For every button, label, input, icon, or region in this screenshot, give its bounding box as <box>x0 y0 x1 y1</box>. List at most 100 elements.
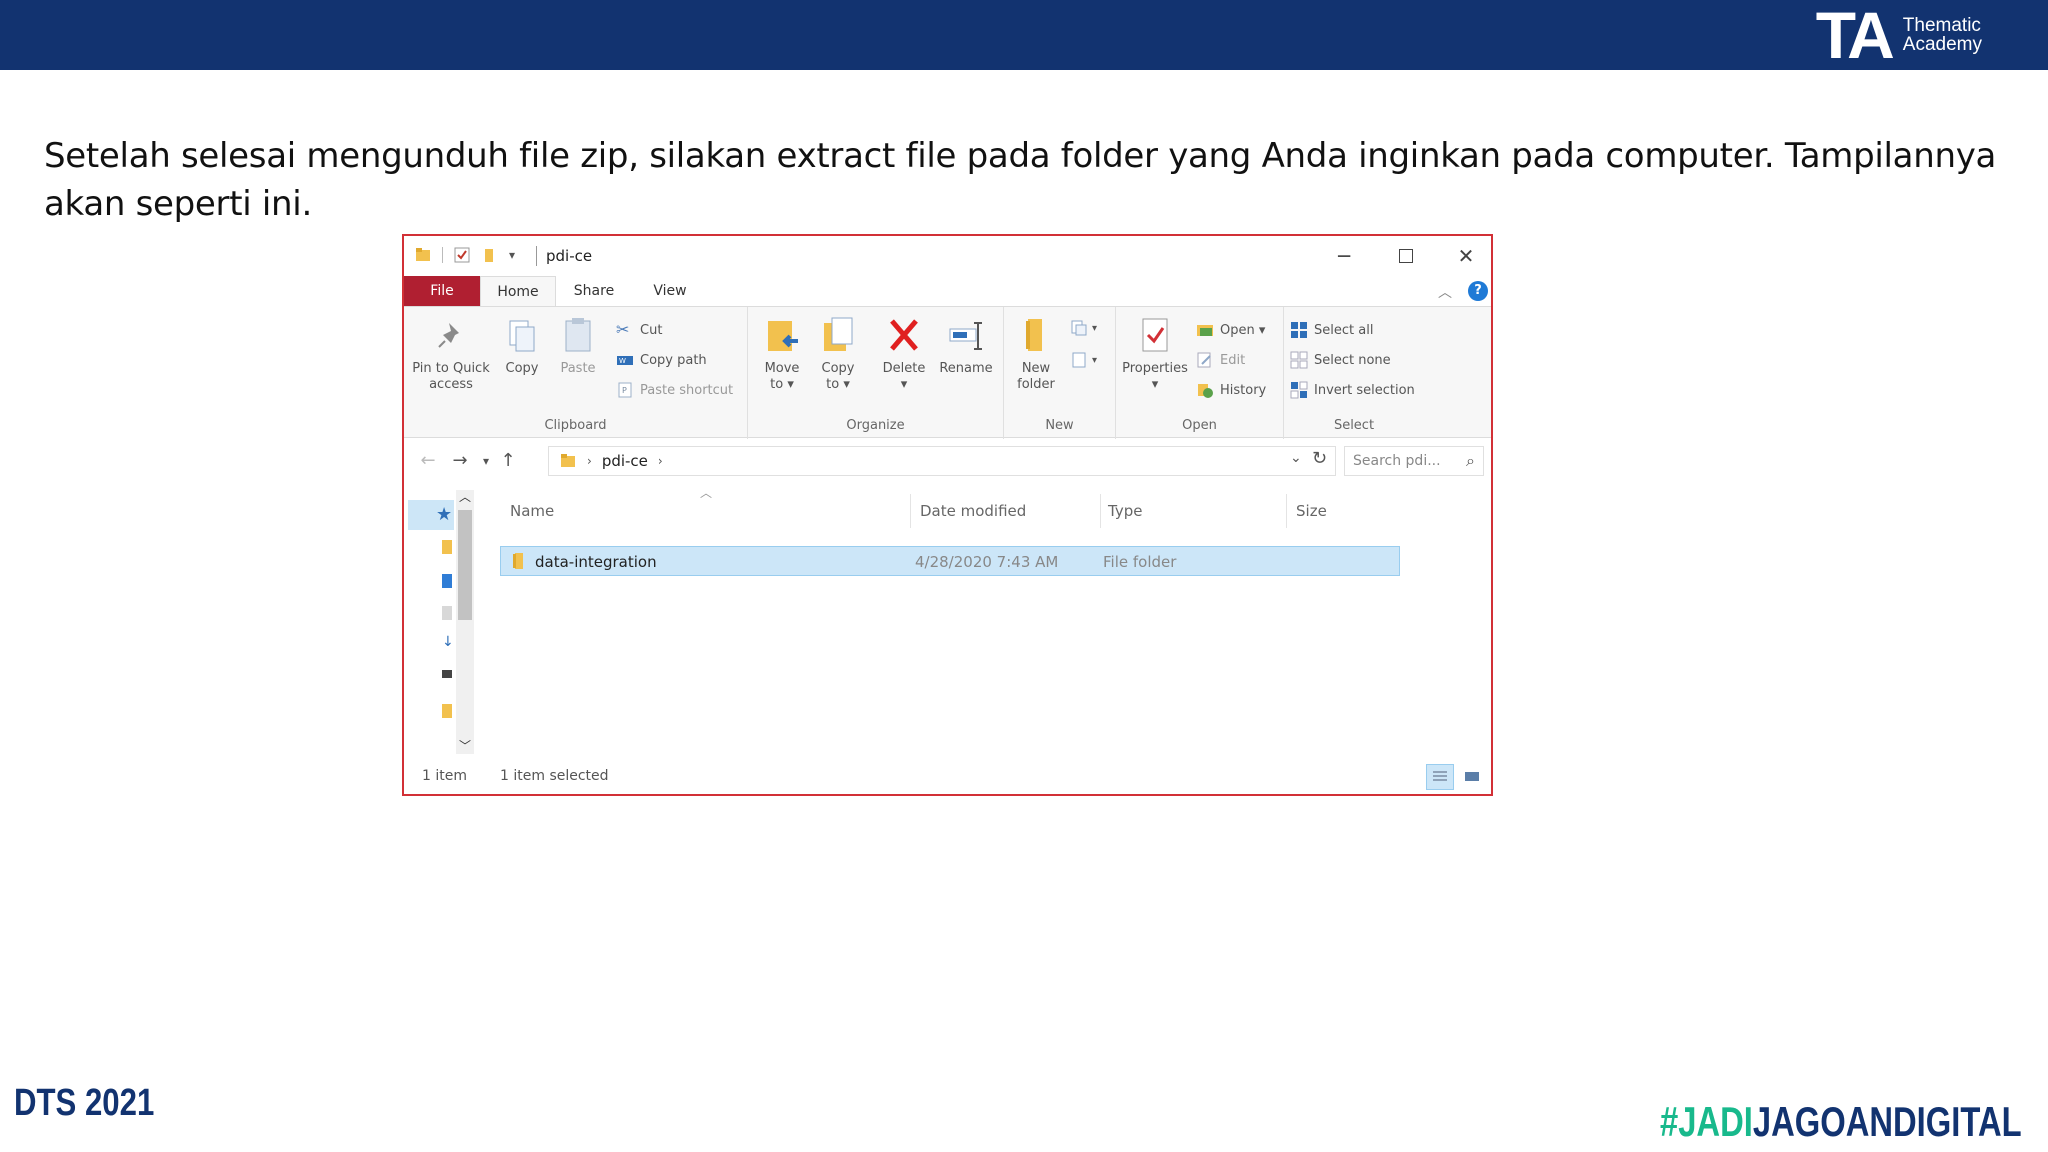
copy-icon <box>509 320 535 352</box>
copy-to-label-1: Copy <box>821 361 855 376</box>
delete-x-icon <box>890 319 918 351</box>
history-button[interactable]: History <box>1196 379 1266 401</box>
column-header-type[interactable]: Type <box>1108 502 1142 520</box>
slide-header-bar: TA Thematic Academy <box>0 0 2048 70</box>
paste-button[interactable]: Paste <box>554 315 602 377</box>
rename-label: Rename <box>939 361 993 376</box>
new-group: New folder ▾ ▾ New <box>1004 307 1116 439</box>
recent-locations-button[interactable]: ▾ <box>474 454 498 468</box>
brand-name: Thematic Academy <box>1903 16 1982 54</box>
details-view-button[interactable] <box>1426 764 1454 790</box>
folder-location-icon <box>561 454 575 467</box>
properties-button[interactable]: Properties ▾ <box>1120 315 1190 393</box>
properties-label-2: ▾ <box>1151 377 1159 392</box>
quick-access-star-icon[interactable]: ★ <box>436 504 452 525</box>
back-button[interactable]: ← <box>416 450 440 471</box>
minimize-button[interactable]: ─ <box>1316 242 1372 270</box>
svg-text:W: W <box>619 357 626 365</box>
nav-folder-icon[interactable] <box>442 540 452 554</box>
tab-view[interactable]: View <box>632 276 708 306</box>
breadcrumb-chevron-icon: › <box>587 454 592 468</box>
window-title: pdi-ce <box>546 247 593 265</box>
invert-selection-button[interactable]: Invert selection <box>1290 379 1415 401</box>
select-group-label: Select <box>1333 418 1375 433</box>
column-separator[interactable] <box>910 494 911 528</box>
select-none-button[interactable]: Select none <box>1290 349 1391 371</box>
pin-to-quick-access-button[interactable]: Pin to Quick access <box>410 315 492 393</box>
column-separator[interactable] <box>1286 494 1287 528</box>
breadcrumb-current[interactable]: pdi-ce <box>602 452 648 470</box>
history-icon <box>1198 384 1213 398</box>
svg-text:P: P <box>622 386 627 395</box>
rename-button[interactable]: Rename <box>934 315 998 377</box>
properties-check-icon[interactable] <box>453 246 471 264</box>
sort-ascending-icon: ︿ <box>700 486 713 500</box>
search-box[interactable]: Search pdi... ⌕ <box>1344 446 1484 476</box>
nav-desktop-icon[interactable] <box>442 574 452 588</box>
paste-shortcut-icon: P <box>618 382 632 398</box>
delete-button[interactable]: Delete ▾ <box>878 315 930 393</box>
file-explorer-window: ▾ pdi-ce ─ ✕ File Home Share View ︿ ? Pi… <box>402 234 1493 796</box>
address-bar[interactable]: › pdi-ce › <box>548 446 1336 476</box>
easy-access-button[interactable]: ▾ <box>1070 351 1097 369</box>
new-folder-icon[interactable] <box>481 246 499 264</box>
tab-share[interactable]: Share <box>556 276 632 306</box>
quick-access-toolbar: ▾ <box>414 246 515 264</box>
qa-separator <box>442 247 443 263</box>
ribbon-tabs: File Home Share View ︿ ? <box>404 276 1491 306</box>
scissors-icon: ✂ <box>616 320 630 339</box>
new-folder-button[interactable]: New folder <box>1010 315 1062 393</box>
folder-icon <box>513 553 523 569</box>
column-separator[interactable] <box>1100 494 1101 528</box>
folder-pin-icon[interactable] <box>414 246 432 264</box>
move-to-button[interactable]: Move to ▾ <box>756 315 808 393</box>
footer-hashtag: #JADIJAGOANDIGITAL <box>1660 1098 2022 1146</box>
easy-access-dropdown-icon: ▾ <box>1092 354 1098 366</box>
select-none-icon <box>1290 351 1308 369</box>
breadcrumb-end-chevron-icon[interactable]: › <box>658 454 663 468</box>
customize-qa-icon[interactable]: ▾ <box>509 248 515 262</box>
edit-button[interactable]: Edit <box>1196 349 1245 371</box>
copy-path-button[interactable]: W Copy path <box>616 349 707 371</box>
up-button[interactable]: ↑ <box>496 450 520 471</box>
new-item-button[interactable]: ▾ <box>1070 319 1097 337</box>
refresh-icon[interactable]: ↻ <box>1312 448 1327 469</box>
forward-button[interactable]: → <box>448 450 472 471</box>
nav-folder-2-icon[interactable] <box>442 704 452 718</box>
nav-drive-icon[interactable] <box>442 670 452 678</box>
copy-button[interactable]: Copy <box>498 315 546 377</box>
select-all-icon <box>1291 322 1307 338</box>
column-header-date[interactable]: Date modified <box>920 502 1026 520</box>
brand-name-line2: Academy <box>1902 34 1982 55</box>
minimize-icon: ─ <box>1337 244 1351 268</box>
column-header-size[interactable]: Size <box>1296 502 1327 520</box>
open-button[interactable]: Open ▾ <box>1196 319 1265 341</box>
paste-shortcut-button[interactable]: P Paste shortcut <box>616 379 733 401</box>
large-icons-view-button[interactable] <box>1458 764 1486 790</box>
copy-to-button[interactable]: Copy to ▾ <box>812 315 864 393</box>
status-item-count: 1 item <box>422 768 467 784</box>
navigation-pane: ★ ↓ ︿ ﹀ <box>404 484 480 760</box>
table-row[interactable]: data-integration 4/28/2020 7:43 AM File … <box>500 546 1400 576</box>
tab-file[interactable]: File <box>404 276 480 306</box>
nav-documents-icon[interactable] <box>442 606 452 620</box>
collapse-ribbon-icon[interactable]: ︿ <box>1438 282 1452 302</box>
cut-button[interactable]: ✂ Cut <box>616 319 662 341</box>
maximize-button[interactable] <box>1378 242 1434 270</box>
nav-scrollbar[interactable]: ︿ ﹀ <box>456 490 474 754</box>
pin-icon <box>438 323 459 348</box>
invert-selection-icon <box>1290 381 1308 399</box>
open-group-label: Open <box>1182 418 1217 433</box>
search-icon: ⌕ <box>1466 451 1475 470</box>
help-icon[interactable]: ? <box>1468 281 1488 301</box>
nav-scroll-thumb[interactable] <box>458 510 472 620</box>
scroll-down-icon[interactable]: ﹀ <box>459 737 471 754</box>
column-header-name[interactable]: Name <box>510 502 554 520</box>
close-button[interactable]: ✕ <box>1438 242 1491 270</box>
select-all-button[interactable]: Select all <box>1290 319 1373 341</box>
title-separator <box>536 246 537 266</box>
address-dropdown-icon[interactable]: ⌄ <box>1290 450 1302 466</box>
nav-downloads-icon[interactable]: ↓ <box>442 634 454 650</box>
tab-home[interactable]: Home <box>480 276 556 306</box>
scroll-up-icon[interactable]: ︿ <box>459 488 471 505</box>
